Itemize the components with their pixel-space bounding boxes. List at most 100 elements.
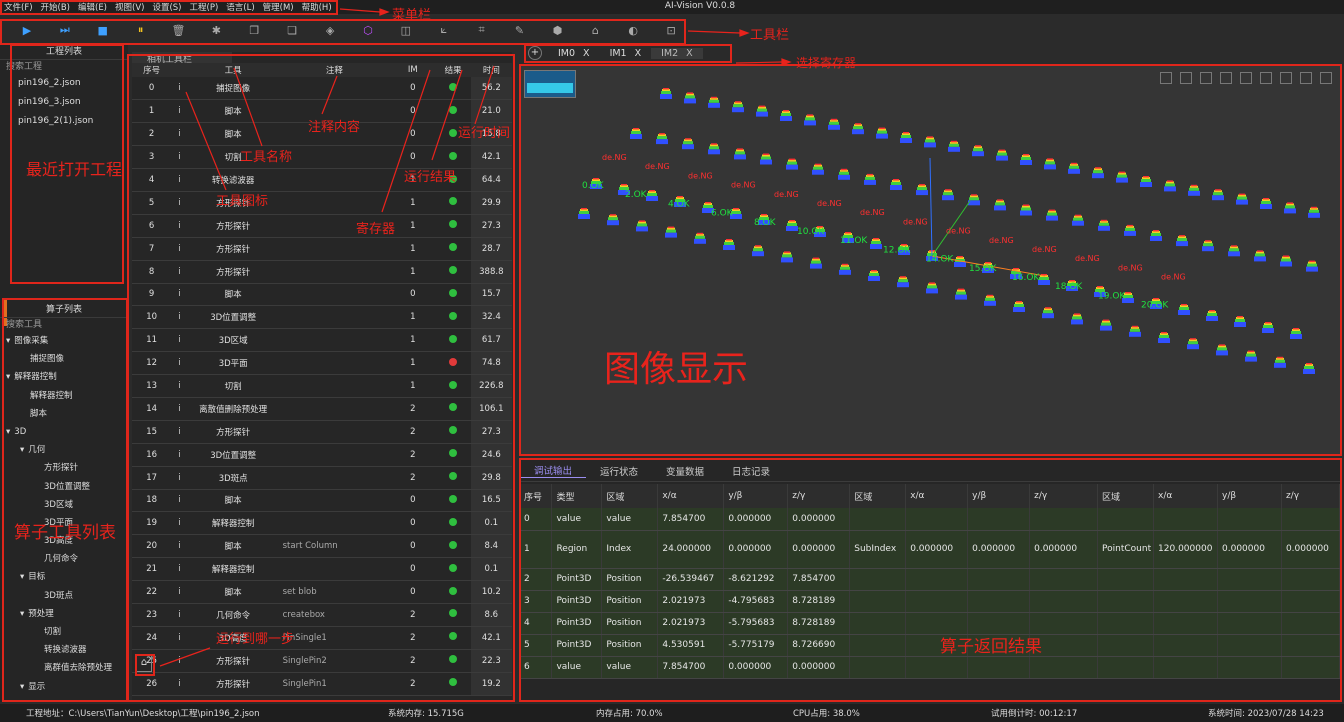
tool-im-register[interactable]: 2 — [390, 626, 436, 650]
tool-note[interactable] — [278, 328, 391, 353]
info-icon[interactable]: i — [171, 305, 188, 330]
tool-note[interactable]: PinSingle1 — [278, 626, 391, 650]
tool-im-register[interactable]: 0 — [390, 122, 436, 147]
info-icon[interactable]: i — [171, 603, 188, 627]
menu-item[interactable]: 文件(F) — [4, 1, 33, 13]
tab-result-1[interactable]: 运行状态 — [586, 464, 652, 478]
tool-im-register[interactable]: 1 — [390, 237, 436, 261]
tool-im-register[interactable]: 0 — [390, 534, 436, 559]
tool-im-register[interactable]: 0 — [390, 580, 436, 604]
table-row[interactable]: 6 i 方形探针 1 27.3 — [132, 214, 512, 238]
table-row[interactable]: 10 i 3D位置调整 1 32.4 — [132, 305, 512, 330]
table-row[interactable]: 26 i 方形探针 SinglePin1 2 19.2 — [132, 672, 512, 696]
add-register-button[interactable]: + — [528, 46, 542, 60]
table-row[interactable]: 17 i 3D斑点 2 29.8 — [132, 466, 512, 490]
tool-note[interactable] — [278, 397, 391, 421]
info-icon[interactable]: i — [171, 534, 188, 559]
info-icon[interactable]: i — [171, 328, 188, 353]
tool-im-register[interactable]: 2 — [390, 672, 436, 696]
table-row[interactable]: 18 i 脚本 0 16.5 — [132, 489, 512, 513]
run-loop-icon[interactable]: ⏭ — [46, 19, 84, 41]
image-viewer[interactable]: 0.OK de.NG 2.OK de.NG 4.OK de.NG 6.OK de.NG 8.OK… — [520, 66, 1340, 455]
info-icon[interactable]: i — [171, 672, 188, 696]
info-icon[interactable]: i — [171, 511, 188, 536]
result-row[interactable]: 4 Point3D Position 2.021973 -5.795683 8.72818… — [520, 612, 1341, 635]
tool-note[interactable] — [278, 511, 391, 536]
result-row[interactable]: 2 Point3D Position -26.539467 -8.621292 7.854… — [520, 568, 1341, 591]
chevron-down-icon[interactable]: ▾ — [20, 609, 24, 619]
recent-project-item[interactable]: pin196_2.json — [0, 74, 128, 93]
paste-icon[interactable]: ❏ — [273, 19, 311, 41]
tool-note[interactable] — [278, 260, 391, 284]
tool-im-register[interactable]: 2 — [390, 649, 436, 673]
table-row[interactable]: 15 i 方形探针 2 27.3 — [132, 420, 512, 444]
tool-note[interactable] — [278, 351, 391, 376]
info-icon[interactable]: i — [171, 214, 188, 238]
info-icon[interactable]: i — [171, 557, 188, 582]
tool-im-register[interactable]: 2 — [390, 397, 436, 421]
table-row[interactable]: 12 i 3D平面 1 74.8 — [132, 351, 512, 376]
info-icon[interactable]: i — [171, 466, 188, 490]
table-row[interactable]: 16 i 3D位置调整 2 24.6 — [132, 443, 512, 467]
algo-tree-item[interactable]: ▾ 几何 — [0, 441, 128, 459]
menu-item[interactable]: 开始(B) — [41, 1, 70, 13]
chevron-down-icon[interactable]: ▾ — [20, 572, 24, 582]
tab-result-3[interactable]: 日志记录 — [718, 464, 784, 478]
info-icon[interactable]: i — [171, 397, 188, 421]
menu-item[interactable]: 管理(M) — [263, 1, 294, 13]
info-icon[interactable]: i — [171, 443, 188, 467]
info-icon[interactable]: i — [171, 351, 188, 376]
info-icon[interactable]: i — [171, 237, 188, 261]
algo-tree-item[interactable]: 3D斑点 — [0, 587, 128, 605]
algo-tree-item[interactable]: 方形探针 — [0, 459, 128, 477]
close-icon[interactable]: X — [583, 48, 590, 59]
tab-im2[interactable]: IM2 X — [651, 47, 703, 59]
tool-note[interactable] — [278, 489, 391, 513]
menu-item[interactable]: 语言(L) — [226, 1, 254, 13]
algo-tree-item[interactable]: 3D位置调整 — [0, 478, 128, 496]
tool-note[interactable] — [278, 191, 391, 215]
tool-im-register[interactable]: 1 — [390, 351, 436, 376]
cube-icon[interactable]: ◈ — [311, 19, 349, 41]
crop-icon[interactable]: ⌗ — [463, 19, 501, 41]
tool-note[interactable] — [278, 77, 391, 101]
tool-note[interactable]: SinglePin2 — [278, 649, 391, 673]
info-icon[interactable]: i — [171, 580, 188, 604]
tool-im-register[interactable]: 1 — [390, 191, 436, 215]
info-icon[interactable]: i — [171, 260, 188, 284]
table-row[interactable]: 21 i 解释器控制 0 0.1 — [132, 557, 512, 582]
algo-tree-item[interactable]: 脚本 — [0, 405, 128, 423]
pause-icon[interactable]: ⏸ — [122, 19, 160, 41]
tool-note[interactable] — [278, 466, 391, 490]
algo-tree-item[interactable]: ▾ 3D — [0, 423, 128, 441]
save-icon[interactable]: ■ — [84, 19, 122, 41]
tool-note[interactable] — [278, 145, 391, 170]
delete-icon[interactable]: 🗑 — [160, 19, 198, 41]
tool-im-register[interactable]: 2 — [390, 420, 436, 444]
tool-im-register[interactable]: 2 — [390, 603, 436, 627]
algo-tree-item[interactable]: ▾ 显示 — [0, 678, 128, 696]
table-row[interactable]: 25 i 方形探针 SinglePin2 2 22.3 — [132, 649, 512, 673]
tool-im-register[interactable]: 2 — [390, 466, 436, 490]
table-row[interactable]: 11 i 3D区域 1 61.7 — [132, 328, 512, 353]
info-icon[interactable]: i — [171, 168, 188, 192]
close-icon[interactable]: X — [635, 48, 642, 59]
algo-tree-item[interactable]: ▾ 目标 — [0, 568, 128, 586]
tool-im-register[interactable]: 0 — [390, 489, 436, 513]
chevron-down-icon[interactable]: ▾ — [6, 372, 10, 382]
algo-tree-item[interactable]: ▾ 解释器控制 — [0, 368, 128, 386]
tool-note[interactable] — [278, 283, 391, 307]
algo-tree-item[interactable]: 离群值去除预处理 — [0, 659, 128, 677]
tool-im-register[interactable]: 0 — [390, 557, 436, 582]
chevron-down-icon[interactable]: ▾ — [20, 682, 24, 692]
menu-item[interactable]: 帮助(H) — [302, 1, 332, 13]
tool-note[interactable]: start Column — [278, 534, 391, 559]
tool-note[interactable] — [278, 305, 391, 330]
table-row[interactable]: 19 i 解释器控制 0 0.1 — [132, 511, 512, 536]
tool-im-register[interactable]: 1 — [390, 214, 436, 238]
info-icon[interactable]: i — [171, 374, 188, 398]
brush-icon[interactable]: ✎ — [501, 19, 539, 41]
algo-tree-item[interactable]: ▾ 图像采集 — [0, 332, 128, 350]
table-row[interactable]: 8 i 方形探针 1 388.8 — [132, 260, 512, 284]
chevron-down-icon[interactable]: ▾ — [6, 427, 10, 437]
